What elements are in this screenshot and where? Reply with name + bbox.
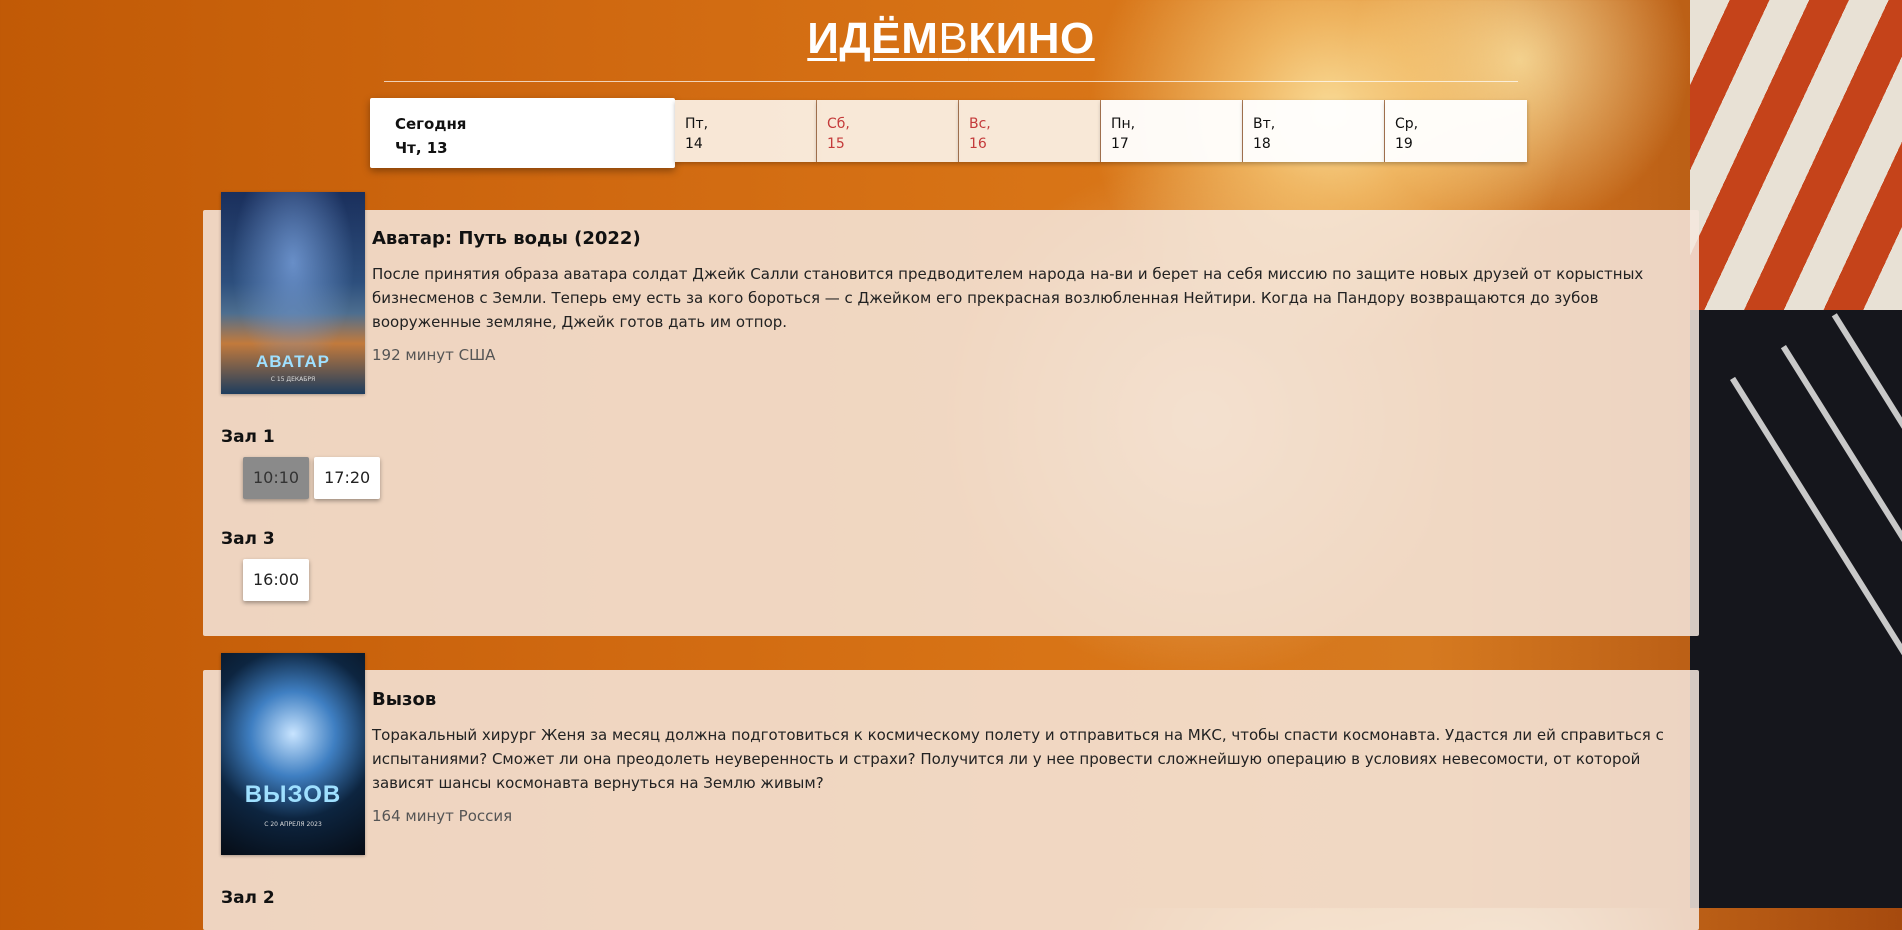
- seance-time-button[interactable]: 17:20: [314, 457, 381, 499]
- seance-time-button[interactable]: 10:10: [243, 457, 310, 499]
- movie-card: АВАТАР С 15 ДЕКАБРЯ Аватар: Путь воды (2…: [203, 192, 1699, 636]
- movie-title: Вызов: [372, 689, 437, 710]
- movie-meta: 192 минут США: [372, 346, 496, 364]
- movie-meta: 164 минут Россия: [372, 807, 513, 825]
- movie-poster: ВЫЗОВ С 20 АПРЕЛЯ 2023: [221, 653, 365, 855]
- clapperboard-decoration: [1690, 310, 1902, 908]
- movie-description: После принятия образа аватара солдат Дже…: [372, 265, 1644, 331]
- day-tab-sun[interactable]: Вс, 16: [959, 100, 1101, 162]
- seance-list: 10:10 17:20: [243, 457, 381, 499]
- hall-title: Зал 2: [221, 888, 275, 908]
- day-tab-mon[interactable]: Пн, 17: [1101, 100, 1243, 162]
- hall-title: Зал 3: [221, 529, 275, 549]
- day-tab-today[interactable]: Сегодня Чт, 13: [370, 98, 675, 168]
- seance-time-button[interactable]: 16:00: [243, 559, 310, 601]
- day-tab-tue[interactable]: Вт, 18: [1243, 100, 1385, 162]
- site-logo[interactable]: ИДЁМВКИНО: [0, 14, 1902, 64]
- movie-title: Аватар: Путь воды (2022): [372, 228, 641, 249]
- date-selector: Сегодня Чт, 13 Пт, 14 Сб, 15 Вс, 16 Пн, …: [370, 98, 1527, 168]
- movie-poster: АВАТАР С 15 ДЕКАБРЯ: [221, 192, 365, 394]
- day-tab-fri[interactable]: Пт, 14: [675, 100, 817, 162]
- seance-list: 16:00: [243, 559, 310, 601]
- movie-description: Торакальный хирург Женя за месяц должна …: [372, 726, 1664, 792]
- day-tab-wed[interactable]: Ср, 19: [1385, 100, 1527, 162]
- day-tab-sat[interactable]: Сб, 15: [817, 100, 959, 162]
- header-divider: [384, 81, 1518, 82]
- movie-card: ВЫЗОВ С 20 АПРЕЛЯ 2023 Вызов Торакальный…: [203, 653, 1699, 930]
- hall-title: Зал 1: [221, 427, 275, 447]
